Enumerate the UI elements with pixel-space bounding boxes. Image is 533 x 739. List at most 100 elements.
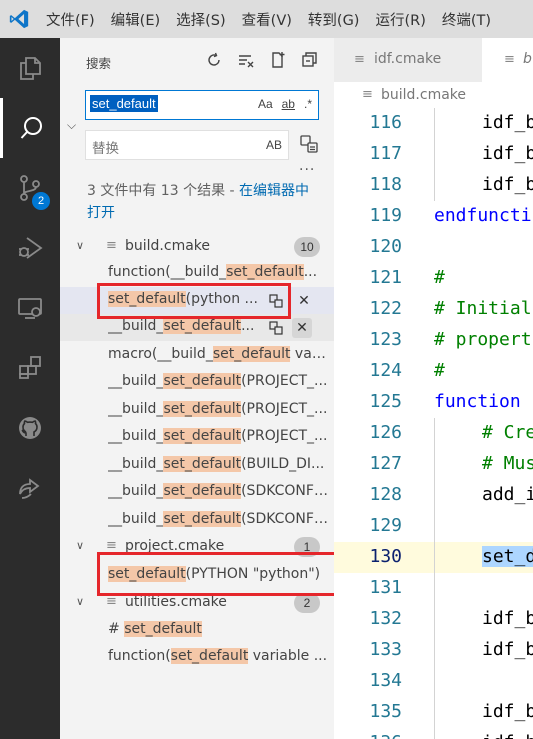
- indent-guide: [434, 728, 435, 739]
- breadcrumb: ≡ build.cmake: [334, 82, 533, 108]
- code-text: add_i: [482, 484, 533, 505]
- match-case-icon[interactable]: Aa: [258, 97, 273, 111]
- replace-icon[interactable]: [266, 318, 286, 338]
- clear-results-icon[interactable]: [236, 50, 256, 70]
- match-item[interactable]: __build_set_default(PROJECT_...: [60, 424, 334, 451]
- code-line: 134: [334, 666, 533, 697]
- match-item[interactable]: __build_set_default(SDKCONFI...: [60, 507, 334, 534]
- explorer-icon[interactable]: [0, 38, 60, 98]
- code-line: 126 # Cre: [334, 418, 533, 449]
- file-icon: ≡: [504, 52, 515, 67]
- run-debug-icon[interactable]: [0, 218, 60, 278]
- file-group-build-cmake[interactable]: ∨ ≡ build.cmake 10: [60, 234, 334, 260]
- code-line: 124 #: [334, 356, 533, 387]
- refresh-icon[interactable]: [204, 50, 224, 70]
- toggle-replace-chevron-icon[interactable]: ⌵: [67, 118, 76, 133]
- code-line: 131: [334, 573, 533, 604]
- preserve-case-icon[interactable]: AB: [266, 138, 282, 152]
- chevron-down-icon: ∨: [76, 239, 85, 252]
- line-number: 134: [369, 670, 402, 691]
- remote-explorer-icon[interactable]: [0, 278, 60, 338]
- results-summary: 3 文件中有 13 个结果 - 在编辑器中打开: [87, 180, 319, 224]
- code-line: 123 # propert: [334, 325, 533, 356]
- code-line: 122 # Initial: [334, 294, 533, 325]
- code-text: #: [434, 267, 445, 288]
- menu-item[interactable]: 编辑(E): [103, 9, 168, 30]
- match-item[interactable]: __build_set_default(BUILD_DI...: [60, 452, 334, 479]
- indent-guide: [434, 170, 435, 201]
- sidebar-actions: [204, 50, 320, 70]
- code-line: 118 idf_b: [334, 170, 533, 201]
- indent-guide: [434, 666, 435, 697]
- line-number: 135: [369, 701, 402, 722]
- file-name: utilities.cmake: [125, 594, 227, 610]
- indent-guide: [434, 697, 435, 728]
- menu-item[interactable]: 查看(V): [234, 9, 300, 30]
- breadcrumb-file[interactable]: build.cmake: [381, 87, 466, 103]
- code-text: # Initial: [434, 298, 532, 319]
- line-number: 127: [369, 453, 402, 474]
- extensions-icon[interactable]: [0, 338, 60, 398]
- new-search-editor-icon[interactable]: [268, 50, 288, 70]
- search-icon[interactable]: [0, 98, 60, 158]
- code-text: # propert: [434, 329, 532, 350]
- file-icon: ≡: [362, 87, 373, 102]
- menu-item[interactable]: 转到(G): [300, 9, 368, 30]
- code-line: 119 endfuncti: [334, 201, 533, 232]
- match-item[interactable]: macro(__build_set_default variable...: [60, 342, 334, 369]
- code-text: # Cre: [482, 422, 533, 443]
- match-item[interactable]: __build_set_default(PROJECT_...: [60, 369, 334, 396]
- more-options-icon[interactable]: ···: [299, 162, 315, 178]
- line-number: 117: [369, 143, 402, 164]
- tab-idf-cmake[interactable]: ≡ idf.cmake: [334, 38, 482, 82]
- replace-all-icon[interactable]: [299, 134, 319, 154]
- line-number: 123: [369, 329, 402, 350]
- tab-build-cmake[interactable]: ≡ b: [482, 38, 533, 82]
- code-line: 133 idf_b: [334, 635, 533, 666]
- annotation-box: [97, 552, 342, 596]
- source-control-icon[interactable]: 2: [0, 158, 60, 218]
- dismiss-icon[interactable]: ✕: [294, 291, 314, 311]
- menu-item[interactable]: 选择(S): [168, 9, 234, 30]
- chevron-down-icon: ∨: [76, 595, 85, 608]
- indent-guide: [434, 139, 435, 170]
- code-line: 125 function: [334, 387, 533, 418]
- editor-tabs: ≡ idf.cmake ≡ b: [334, 38, 533, 82]
- collapse-all-icon[interactable]: [300, 50, 320, 70]
- line-number: 136: [334, 732, 402, 739]
- code-text: function: [434, 391, 521, 412]
- use-regex-icon[interactable]: .*: [304, 97, 312, 111]
- code-line: 116 idf_b: [334, 108, 533, 139]
- replace-input[interactable]: 替换 AB: [85, 130, 289, 160]
- line-number: 116: [369, 112, 402, 133]
- code-view[interactable]: 116 idf_b 117 idf_b 118 idf_b 119 endfuncti 120 1…: [334, 108, 533, 739]
- code-text: idf_b: [482, 143, 533, 164]
- file-icon: ≡: [106, 538, 117, 553]
- indent-guide: [434, 604, 435, 635]
- search-input[interactable]: set_default Aa ab .*: [85, 90, 319, 120]
- match-item[interactable]: function(set_default variable ...: [60, 644, 334, 671]
- code-text: idf_b: [482, 174, 533, 195]
- match-item[interactable]: __build_set_default(SDKCONFI...: [60, 479, 334, 506]
- match-item[interactable]: # set_default: [60, 617, 334, 644]
- dismiss-icon[interactable]: ✕: [292, 318, 312, 338]
- indent-guide: [434, 418, 435, 449]
- line-number: 121: [369, 267, 402, 288]
- live-share-icon[interactable]: [0, 458, 60, 518]
- code-line: 132 idf_b: [334, 604, 533, 635]
- match-whole-word-icon[interactable]: ab: [282, 97, 295, 111]
- menu-item[interactable]: 运行(R): [367, 9, 433, 30]
- match-item[interactable]: __build_set_default(PROJECT_...: [60, 397, 334, 424]
- code-text: idf_b: [482, 701, 533, 722]
- indent-guide: [434, 480, 435, 511]
- replace-placeholder: 替换: [92, 141, 119, 157]
- sidebar-title: 搜索: [86, 56, 112, 71]
- code-line: 121 #: [334, 263, 533, 294]
- file-icon: ≡: [106, 594, 117, 609]
- code-text: set_d: [482, 546, 533, 567]
- file-icon: ≡: [354, 52, 365, 67]
- line-number: 118: [369, 174, 402, 195]
- github-icon[interactable]: [0, 398, 60, 458]
- menu-item[interactable]: 文件(F): [38, 9, 103, 30]
- menu-item[interactable]: 终端(T): [434, 9, 499, 30]
